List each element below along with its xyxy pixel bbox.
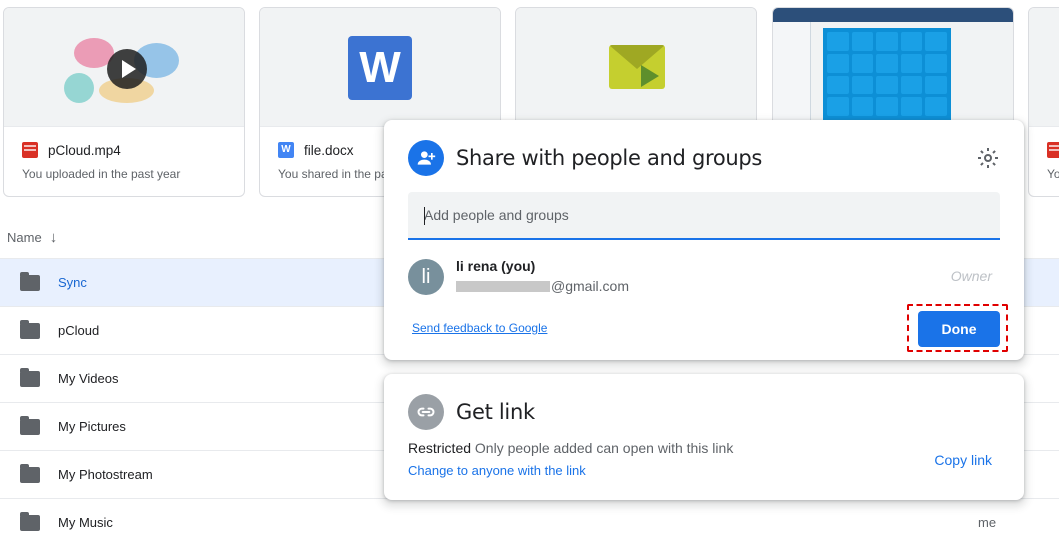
link-icon <box>408 394 444 430</box>
access-level[interactable]: Restricted <box>408 440 471 456</box>
folder-name: My Videos <box>58 371 119 386</box>
column-header-name: Name <box>7 230 42 245</box>
email-domain: @gmail.com <box>551 278 630 294</box>
file-card-pcloud-mp4[interactable]: pCloud.mp4 You uploaded in the past year <box>3 7 245 197</box>
file-card-partial[interactable]: Yo <box>1028 7 1059 197</box>
add-people-input[interactable] <box>408 192 1000 240</box>
mail-file-icon <box>609 45 665 89</box>
add-person-icon <box>408 140 444 176</box>
video-file-icon <box>22 142 38 158</box>
dark-thumbnail <box>1029 8 1059 127</box>
text-caret <box>424 207 425 225</box>
done-button[interactable]: Done <box>918 311 1000 347</box>
person-entry: li li rena (you) @gmail.com Owner <box>408 256 1000 296</box>
dialog-title: Share with people and groups <box>456 146 763 170</box>
card-title: pCloud.mp4 <box>48 142 121 158</box>
get-link-dialog: Get link Restricted Only people added ca… <box>384 374 1024 500</box>
access-description: Only people added can open with this lin… <box>474 440 734 456</box>
folder-name: Sync <box>58 275 87 290</box>
send-feedback-link[interactable]: Send feedback to Google <box>412 321 547 335</box>
folder-icon <box>20 511 40 531</box>
folder-icon <box>20 367 40 387</box>
doc-thumbnail: W <box>260 8 500 127</box>
access-status: Restricted Only people added can open wi… <box>408 440 733 456</box>
card-subtitle: You shared in the pa <box>278 167 388 181</box>
screenshot-thumbnail <box>773 8 1013 127</box>
word-logo-icon: W <box>348 36 412 100</box>
redacted-block <box>456 280 550 292</box>
folder-icon <box>20 271 40 291</box>
video-file-icon <box>1047 142 1059 158</box>
mail-thumbnail <box>516 8 756 127</box>
avatar: li <box>408 259 444 295</box>
card-title: file.docx <box>304 142 354 158</box>
gear-icon[interactable] <box>976 146 1000 170</box>
folder-name: My Photostream <box>58 467 153 482</box>
play-icon[interactable] <box>107 49 147 89</box>
folder-icon <box>20 463 40 483</box>
folder-owner: me <box>978 515 997 530</box>
person-email: @gmail.com <box>456 278 629 294</box>
folder-icon <box>20 319 40 339</box>
word-file-icon: W <box>278 142 294 158</box>
video-thumbnail <box>4 8 244 127</box>
list-item[interactable]: My Music me <box>0 498 1059 536</box>
folder-name: My Pictures <box>58 419 126 434</box>
card-subtitle: Yo <box>1047 167 1059 181</box>
share-dialog: Share with people and groups li li rena … <box>384 120 1024 360</box>
folder-icon <box>20 415 40 435</box>
person-name: li rena (you) <box>456 258 536 274</box>
sort-by-name[interactable]: Name ↓ <box>7 229 57 246</box>
person-role: Owner <box>950 268 992 284</box>
copy-link-button[interactable]: Copy link <box>934 452 992 468</box>
folder-name: pCloud <box>58 323 100 338</box>
card-subtitle: You uploaded in the past year <box>22 167 181 181</box>
arrow-down-icon: ↓ <box>49 229 58 246</box>
dialog-title: Get link <box>456 400 535 424</box>
change-access-link[interactable]: Change to anyone with the link <box>408 463 586 478</box>
folder-name: My Music <box>58 515 113 530</box>
